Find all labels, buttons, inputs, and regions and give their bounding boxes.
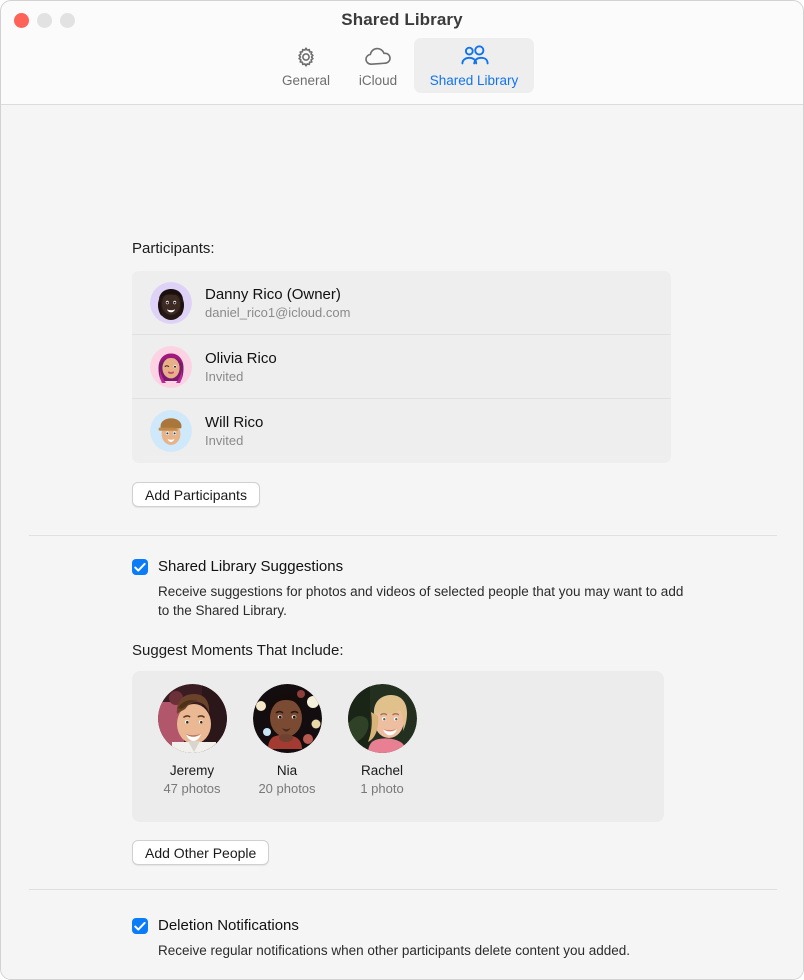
add-other-people-button[interactable]: Add Other People [132, 840, 270, 865]
gear-icon [294, 44, 318, 70]
person-photo-count: 20 photos [258, 781, 316, 796]
participant-detail: daniel_rico1@icloud.com [205, 304, 351, 320]
shared-library-suggestions-description: Receive suggestions for photos and video… [158, 584, 684, 618]
tab-general-label: General [281, 73, 331, 88]
preferences-content: Participants: Danny Rico (Owner) daniel_… [1, 105, 803, 979]
suggested-people-list: Jeremy 47 photos Nia 20 photos Rachel 1 … [132, 671, 664, 796]
tab-icloud-label: iCloud [358, 73, 398, 88]
avatar [150, 281, 192, 324]
table-row[interactable]: Danny Rico (Owner) daniel_rico1@icloud.c… [132, 271, 671, 335]
deletion-notifications-row[interactable]: Deletion Notifications Receive regular n… [132, 916, 630, 960]
deletion-notifications-text: Deletion Notifications Receive regular n… [158, 916, 630, 960]
person-name: Jeremy [169, 763, 215, 778]
person-photo [347, 684, 417, 753]
cloud-icon [364, 44, 392, 70]
list-item[interactable]: Jeremy 47 photos [151, 684, 233, 796]
tab-icloud[interactable]: iCloud [342, 38, 414, 93]
shared-library-suggestions-label: Shared Library Suggestions [158, 558, 344, 575]
window-titlebar: Shared Library General iCloud Shared Lib… [1, 1, 803, 105]
participants-list: Danny Rico (Owner) daniel_rico1@icloud.c… [132, 271, 671, 463]
person-photo-count: 47 photos [163, 781, 221, 796]
participant-name: Danny Rico (Owner) [205, 285, 341, 303]
list-item[interactable]: Nia 20 photos [246, 684, 328, 796]
shared-library-suggestions-checkbox[interactable] [132, 559, 148, 575]
deletion-notifications-checkbox[interactable] [132, 918, 148, 934]
shared-library-suggestions-text: Shared Library Suggestions Receive sugge… [158, 557, 688, 620]
person-name: Rachel [360, 763, 404, 778]
participant-text: Olivia Rico Invited [205, 350, 277, 384]
suggested-people-panel: Jeremy 47 photos Nia 20 photos Rachel 1 … [132, 671, 664, 822]
participant-text: Danny Rico (Owner) daniel_rico1@icloud.c… [205, 286, 350, 320]
deletion-notifications-description: Receive regular notifications when other… [158, 943, 631, 958]
person-photo [157, 684, 227, 753]
preferences-window: Shared Library General iCloud Shared Lib… [0, 0, 804, 980]
tab-shared-library-label: Shared Library [429, 73, 519, 88]
window-title: Shared Library [341, 10, 463, 29]
shared-library-suggestions-row[interactable]: Shared Library Suggestions Receive sugge… [132, 557, 688, 620]
participants-label: Participants: [132, 240, 215, 257]
suggest-moments-label: Suggest Moments That Include: [132, 642, 344, 659]
people-icon [458, 44, 490, 70]
participant-detail: Invited [205, 433, 244, 448]
section-divider [29, 535, 777, 536]
avatar [150, 345, 192, 388]
person-photo-count: 1 photo [360, 781, 404, 796]
person-name: Nia [276, 763, 298, 778]
participant-detail: Invited [205, 368, 244, 384]
participant-text: Will Rico Invited [205, 414, 263, 448]
tab-shared-library[interactable]: Shared Library [414, 38, 534, 93]
list-item[interactable]: Rachel 1 photo [341, 684, 423, 796]
tab-general[interactable]: General [270, 38, 342, 93]
deletion-notifications-label: Deletion Notifications [158, 917, 299, 934]
avatar [150, 410, 192, 452]
table-row[interactable]: Will Rico Invited [132, 399, 671, 463]
add-participants-button[interactable]: Add Participants [132, 482, 260, 507]
preferences-toolbar: General iCloud Shared Library [1, 38, 803, 93]
participant-name: Will Rico [205, 414, 264, 431]
person-photo [252, 684, 322, 753]
participant-name: Olivia Rico [205, 349, 277, 367]
table-row[interactable]: Olivia Rico Invited [132, 335, 671, 399]
section-divider [29, 889, 777, 890]
